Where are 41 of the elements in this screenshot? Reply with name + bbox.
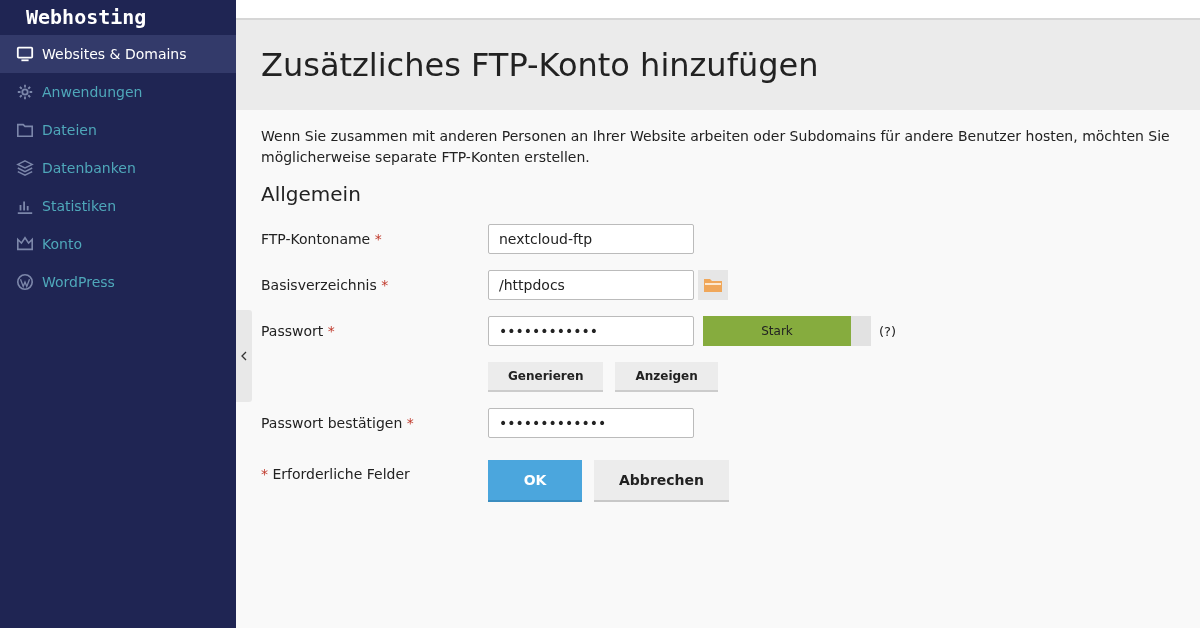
sidebar-item[interactable]: Statistiken [0, 187, 236, 225]
monitor-icon [16, 45, 34, 63]
page-title: Zusätzliches FTP-Konto hinzufügen [261, 46, 819, 84]
collapse-handle[interactable] [236, 310, 252, 402]
sidebar-item[interactable]: Anwendungen [0, 73, 236, 111]
password-button[interactable]: Generieren [488, 362, 604, 392]
chevron-left-icon [241, 351, 247, 361]
sidebar-label: WordPress [42, 274, 115, 290]
description: Wenn Sie zusammen mit anderen Personen an Ihrer Website arbeiten oder Subdomains für andere Benutzer hosten, möchten Sie möglicherweise separate FTP-Konten erstellen. [261, 127, 1171, 167]
sidebar-label: Konto [42, 236, 82, 252]
sidebar-label: Anwendungen [42, 84, 143, 100]
field-label: Passwort * [261, 323, 336, 339]
folder-button[interactable] [698, 270, 728, 300]
sidebar-item[interactable]: Dateien [0, 111, 236, 149]
field-label: Passwort bestätigen * [261, 415, 415, 431]
sidebar-item[interactable]: Websites & Domains [0, 35, 236, 73]
crown-icon [16, 235, 34, 253]
text-field[interactable]: nextcloud-ftp [488, 224, 694, 254]
password-button[interactable]: Anzeigen [615, 362, 718, 392]
sidebar-label: Statistiken [42, 198, 117, 214]
help-link[interactable]: (?) [879, 323, 897, 339]
text-field[interactable]: •••••••••••• [488, 316, 694, 346]
gear-icon [16, 83, 34, 101]
folder-icon [704, 278, 722, 292]
layers-icon [16, 159, 34, 177]
sidebar-label: Datenbanken [42, 160, 136, 176]
field-label: FTP-Kontoname * [261, 231, 383, 247]
field-label: Basisverzeichnis * [261, 277, 390, 293]
strength-label: Stark [760, 323, 794, 340]
text-field[interactable]: /httpdocs [488, 270, 694, 300]
logo: Webhosting [26, 5, 147, 31]
sidebar-item[interactable]: WordPress [0, 263, 236, 301]
required-note: * Erforderliche Felder [261, 465, 411, 482]
cancel-button[interactable]: Abbrechen [594, 460, 729, 502]
section-title: Allgemein [261, 182, 362, 206]
text-field[interactable]: ••••••••••••• [488, 408, 694, 438]
sidebar-item[interactable]: Datenbanken [0, 149, 236, 187]
folder-icon [16, 121, 34, 139]
sidebar-label: Dateien [42, 122, 97, 138]
sidebar-label: Websites & Domains [42, 46, 187, 62]
sidebar-item[interactable]: Konto [0, 225, 236, 263]
